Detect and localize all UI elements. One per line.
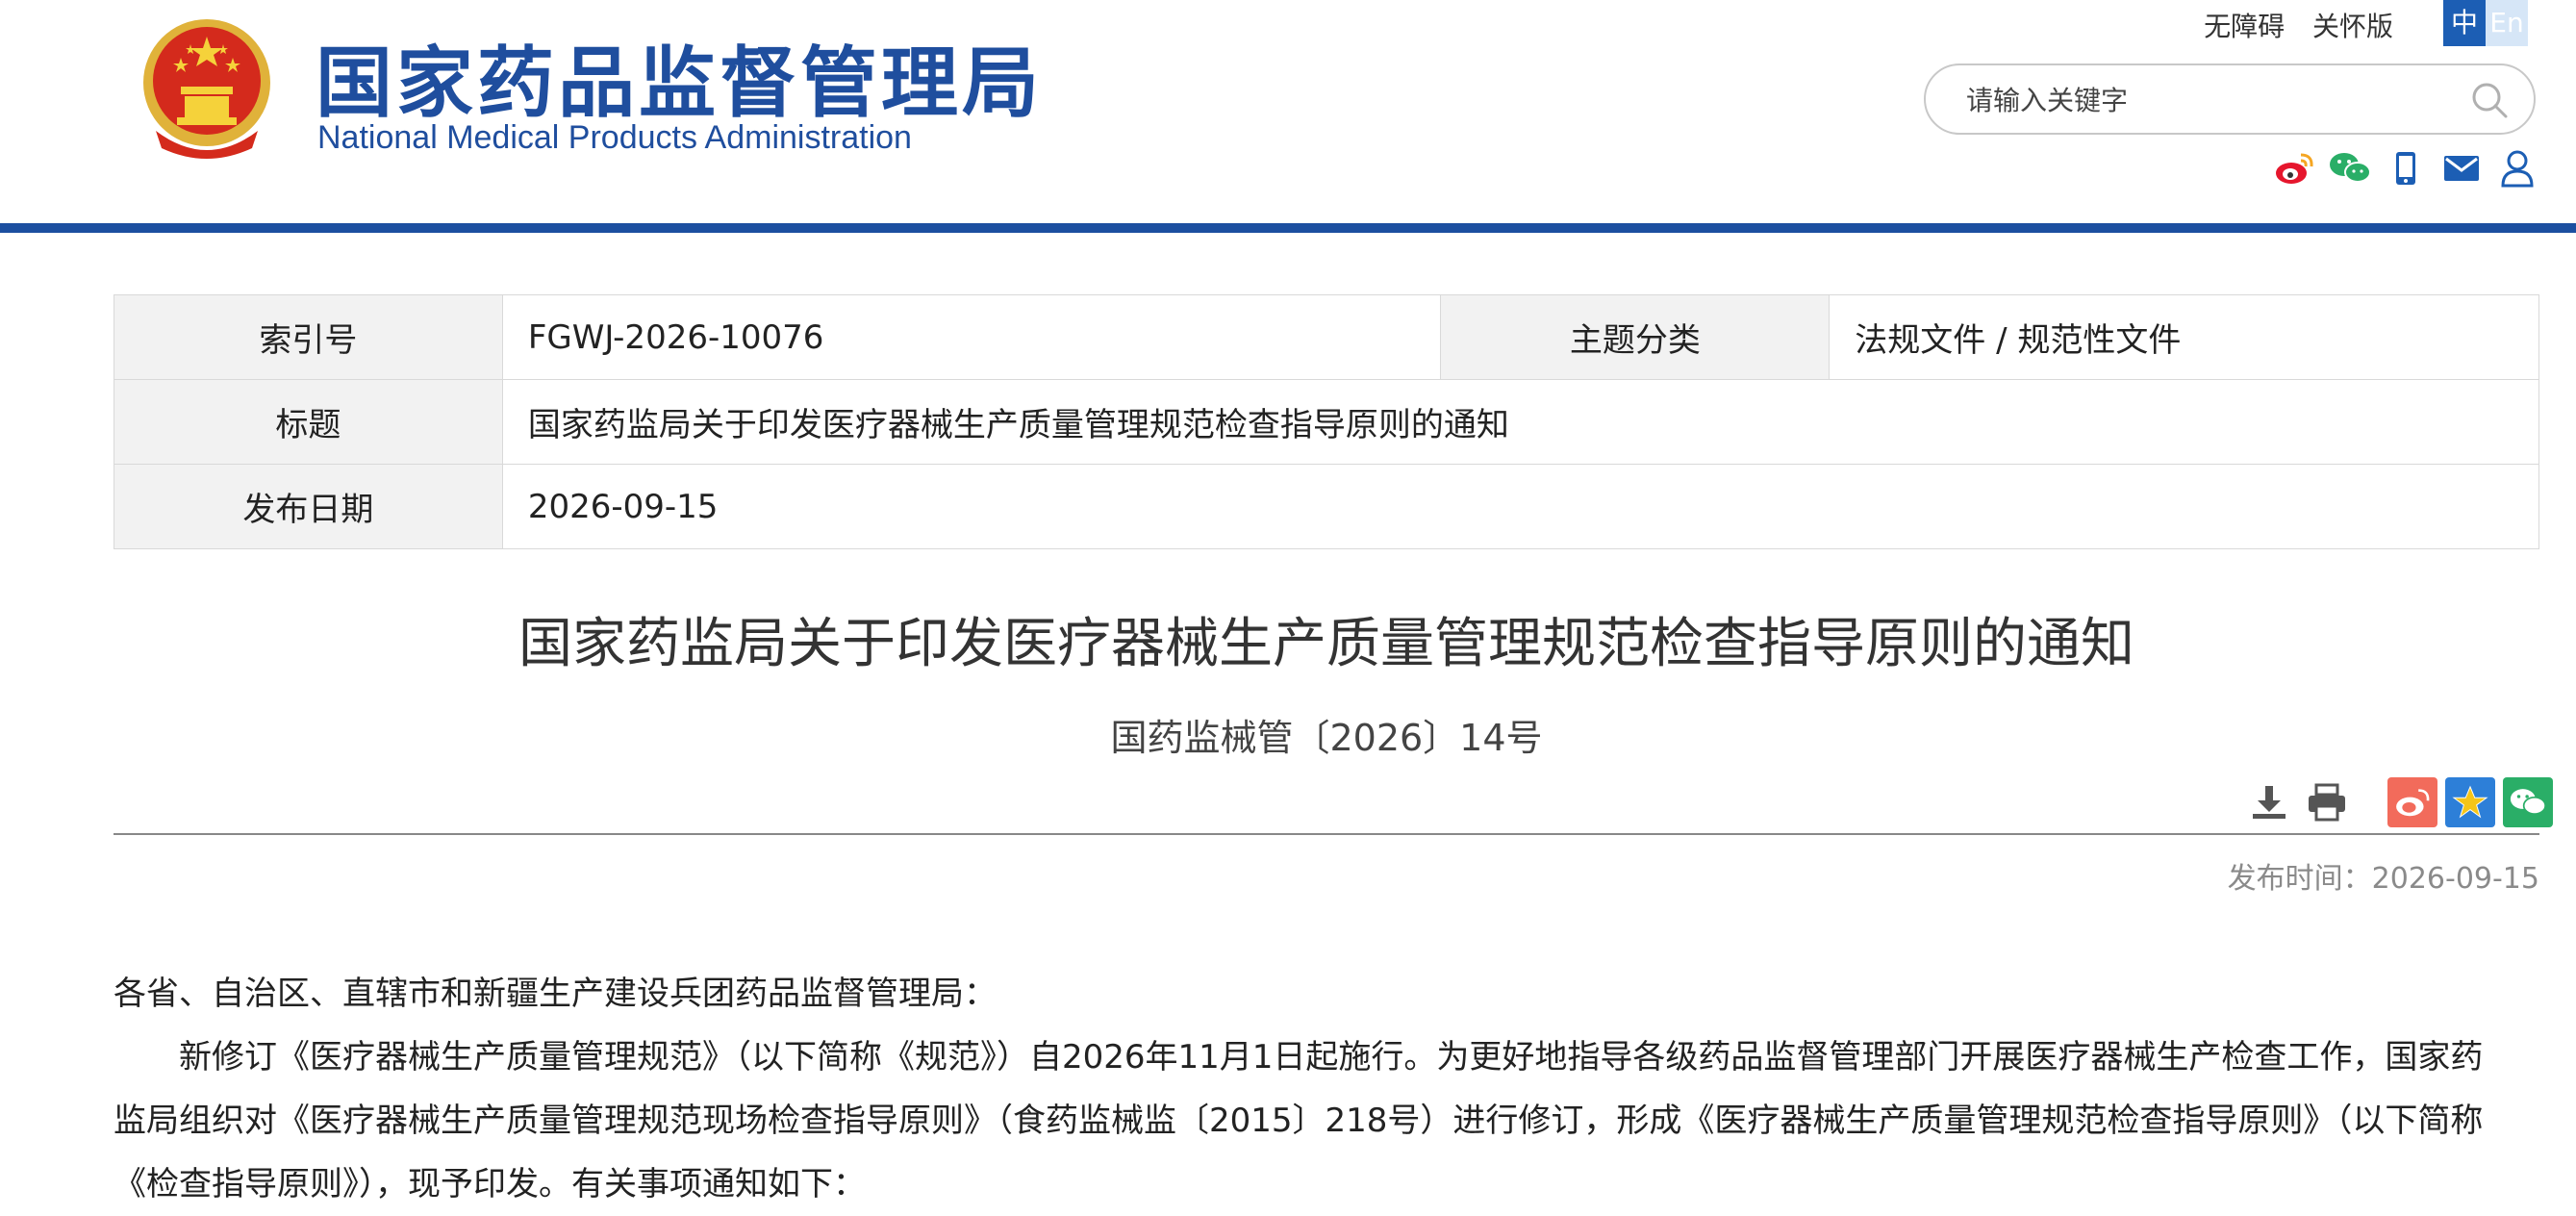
- info-row-index: 索引号 FGWJ-2026-10076 主题分类 法规文件 / 规范性文件: [114, 294, 2539, 380]
- search-input[interactable]: [1964, 77, 2449, 123]
- category-value: 法规文件 / 规范性文件: [1829, 294, 2539, 380]
- search-icon[interactable]: [2468, 79, 2511, 121]
- wechat-icon[interactable]: [2328, 146, 2372, 190]
- info-row-date: 发布日期 2026-09-15: [114, 464, 2540, 549]
- care-mode-link[interactable]: 关怀版: [2312, 11, 2393, 42]
- mobile-icon[interactable]: [2384, 146, 2428, 190]
- article-toolbar: [2237, 775, 2553, 829]
- site-header: 国家药品监督管理局 National Medical Products Admi…: [0, 0, 2576, 223]
- mail-icon[interactable]: [2439, 146, 2484, 190]
- lang-en-button[interactable]: En: [2486, 0, 2528, 46]
- site-name-cn: 国家药品监督管理局: [316, 38, 1043, 128]
- lang-zh-button[interactable]: 中: [2443, 0, 2486, 46]
- article-title: 国家药监局关于印发医疗器械生产质量管理规范检查指导原则的通知: [518, 613, 2134, 675]
- weibo-icon[interactable]: [2272, 146, 2316, 190]
- title-label: 标题: [114, 379, 503, 465]
- user-icon[interactable]: [2495, 146, 2539, 190]
- index-value: FGWJ-2026-10076: [501, 294, 1442, 380]
- document-number: 国药监械管〔2026〕14号: [1110, 717, 1543, 759]
- site-name-en: National Medical Products Administration: [317, 119, 912, 156]
- article-body: 各省、自治区、直辖市和新疆生产建设兵团药品监督管理局： 新修订《医疗器械生产质量…: [114, 962, 2513, 1216]
- search-box: [1924, 63, 2536, 135]
- body-paragraph: 新修订《医疗器械生产质量管理规范》（以下简称《规范》）自2026年11月1日起施…: [114, 1038, 2484, 1203]
- category-label: 主题分类: [1440, 294, 1831, 380]
- info-row-title: 标题 国家药监局关于印发医疗器械生产质量管理规范检查指导原则的通知: [114, 379, 2540, 465]
- publish-time: 发布时间：2026-09-15: [2227, 862, 2539, 896]
- date-label: 发布日期: [114, 464, 503, 549]
- national-emblem-logo[interactable]: [137, 15, 277, 164]
- date-value: 2026-09-15: [501, 464, 2540, 549]
- article-divider: [114, 833, 2539, 835]
- index-label: 索引号: [114, 294, 503, 380]
- share-weibo-icon[interactable]: [2387, 777, 2437, 827]
- document-info-table: 索引号 FGWJ-2026-10076 主题分类 法规文件 / 规范性文件 标题…: [114, 294, 2540, 549]
- title-value: 国家药监局关于印发医疗器械生产质量管理规范检查指导原则的通知: [501, 379, 2540, 465]
- favorite-star-icon[interactable]: [2445, 777, 2495, 827]
- accessibility-link[interactable]: 无障碍: [2204, 11, 2285, 42]
- header-divider-bar: [0, 223, 2576, 233]
- header-social-links: [2272, 146, 2539, 190]
- share-wechat-icon[interactable]: [2503, 777, 2553, 827]
- download-icon[interactable]: [2243, 776, 2295, 828]
- print-icon[interactable]: [2301, 776, 2353, 828]
- top-links: 无障碍 关怀版: [2185, 6, 2393, 44]
- salutation: 各省、自治区、直辖市和新疆生产建设兵团药品监督管理局：: [114, 975, 997, 1013]
- language-switch: 中 En: [2443, 0, 2528, 46]
